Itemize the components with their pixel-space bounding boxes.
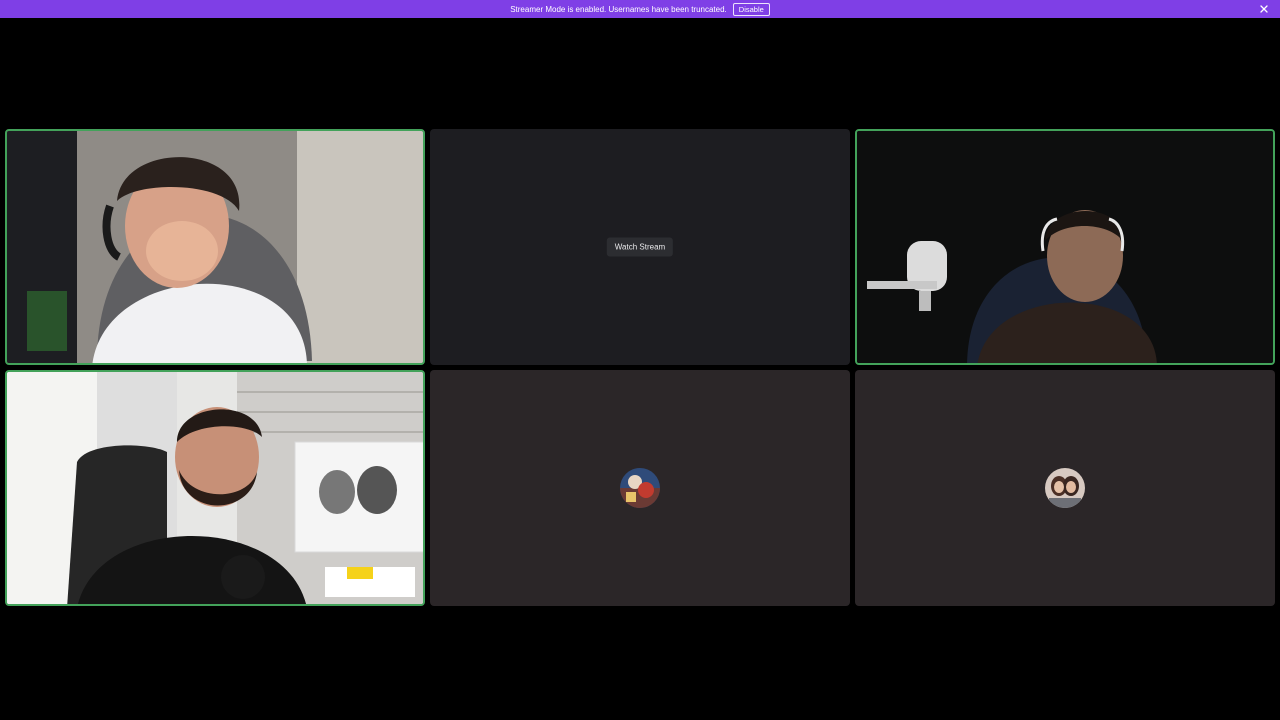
participant-video-tile-1[interactable] [5,129,425,365]
participant-video-1 [7,131,423,363]
disable-streamer-mode-button[interactable]: Disable [732,2,770,16]
participant-avatar-5[interactable] [1045,468,1085,508]
participant-avatar-tile-5[interactable] [855,370,1275,606]
stream-tile[interactable]: Watch Stream [430,129,850,365]
participant-avatar-4[interactable] [620,468,660,508]
participant-video-tile-3[interactable] [5,370,425,606]
participant-video-2 [857,131,1273,363]
watch-stream-button[interactable]: Watch Stream [606,237,674,257]
participant-video-3 [7,372,423,604]
close-icon[interactable] [1258,3,1270,15]
streamer-mode-message: Streamer Mode is enabled. Usernames have… [510,4,727,14]
participant-avatar-tile-4[interactable] [430,370,850,606]
streamer-mode-banner: Streamer Mode is enabled. Usernames have… [0,0,1280,18]
participant-video-tile-2[interactable] [855,129,1275,365]
